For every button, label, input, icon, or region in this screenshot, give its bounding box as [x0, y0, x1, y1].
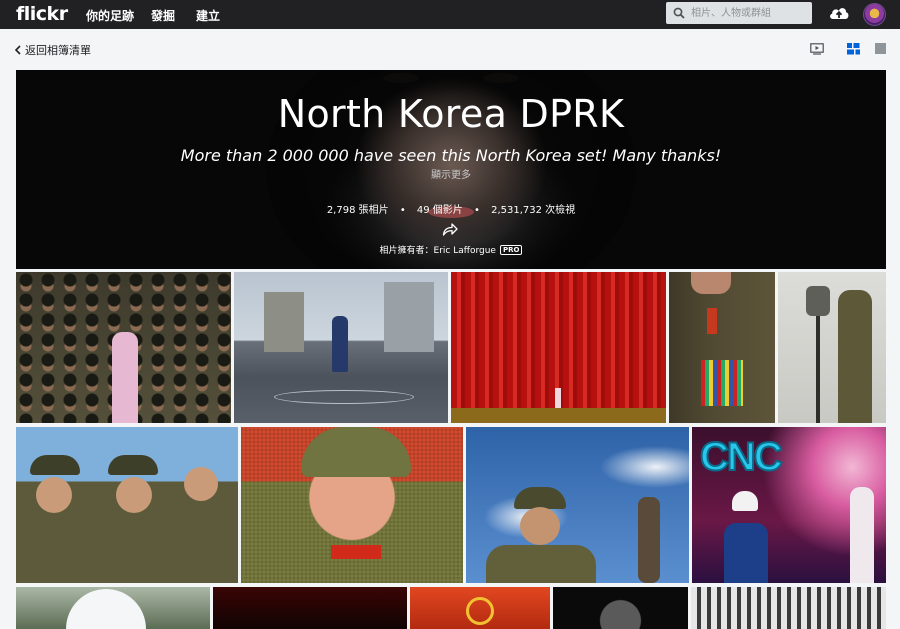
photo-detail — [555, 388, 561, 408]
photo-thumbnail[interactable] — [691, 587, 886, 629]
photo-detail — [806, 286, 830, 316]
photo-detail — [724, 523, 768, 583]
photo-detail: CNC — [699, 434, 784, 480]
owner-name: 相片擁有者：Eric Lafforgue — [379, 246, 496, 256]
photo-detail — [451, 408, 666, 423]
photo-detail — [514, 487, 566, 509]
search-box[interactable] — [666, 2, 812, 24]
photo-thumbnail[interactable] — [778, 272, 886, 423]
photo-detail — [30, 455, 80, 475]
flickr-logo[interactable]: flickr — [16, 3, 68, 25]
nav-link-you[interactable]: 你的足跡 — [86, 7, 134, 24]
separator-dot: • — [474, 205, 480, 216]
photo-thumbnail[interactable] — [241, 427, 463, 583]
photo-detail — [66, 589, 146, 629]
photo-thumbnail[interactable] — [466, 427, 689, 583]
nav-link-explore[interactable]: 發掘 — [151, 7, 175, 24]
photo-thumbnail[interactable] — [669, 272, 775, 423]
photo-thumbnail[interactable] — [16, 272, 231, 423]
photo-detail — [331, 545, 381, 559]
hero-image-detail — [483, 73, 519, 83]
photo-thumbnail[interactable] — [553, 587, 688, 629]
photo-detail — [638, 497, 660, 583]
photo-thumbnail[interactable] — [451, 272, 666, 423]
album-owner[interactable]: 相片擁有者：Eric Lafforgue PRO — [16, 243, 886, 256]
photo-detail — [108, 455, 158, 475]
photo-detail — [707, 308, 717, 334]
photo-thumbnail[interactable] — [410, 587, 550, 629]
photo-detail — [384, 282, 434, 352]
photo-count: 2,798 張相片 — [326, 205, 389, 216]
photo-thumbnail[interactable] — [16, 587, 210, 629]
photo-thumbnail[interactable] — [234, 272, 448, 423]
separator-dot: • — [399, 205, 406, 216]
cloud-upload-icon[interactable] — [828, 4, 850, 22]
video-count: 49 個影片 — [416, 205, 463, 216]
photo-detail — [301, 427, 411, 477]
photo-detail — [332, 316, 348, 372]
share-icon[interactable] — [442, 222, 458, 236]
photo-detail — [520, 507, 560, 545]
back-label: 返回相簿清單 — [25, 44, 91, 57]
user-avatar[interactable] — [863, 3, 886, 26]
album-hero: North Korea DPRK More than 2 000 000 hav… — [16, 70, 886, 269]
hero-image-detail — [383, 73, 419, 83]
photo-detail — [691, 272, 731, 294]
photo-detail — [850, 487, 874, 583]
single-view-icon[interactable] — [875, 43, 886, 54]
photo-detail — [36, 477, 72, 513]
photo-detail — [112, 332, 138, 423]
photo-detail — [838, 290, 872, 423]
photo-detail — [816, 316, 820, 423]
photo-detail — [701, 360, 743, 406]
photo-detail — [116, 477, 152, 513]
album-stats: 2,798 張相片 • 49 個影片 • 2,531,732 次檢視 — [16, 201, 886, 216]
search-input[interactable] — [691, 5, 807, 21]
photo-thumbnail[interactable]: CNC — [692, 427, 886, 583]
photo-detail — [486, 545, 596, 583]
photo-detail — [274, 390, 414, 404]
photo-thumbnail[interactable] — [213, 587, 407, 629]
search-icon — [673, 7, 685, 19]
photo-thumbnail[interactable] — [16, 427, 238, 583]
grid-view-icon[interactable] — [847, 43, 860, 55]
back-to-albums-link[interactable]: 返回相簿清單 — [14, 42, 91, 58]
top-nav: flickr 你的足跡 發掘 建立 — [0, 0, 900, 29]
pro-badge: PRO — [499, 245, 523, 255]
photo-detail — [264, 292, 304, 352]
photo-detail — [466, 597, 494, 625]
photo-detail — [184, 467, 218, 501]
view-count: 2,531,732 次檢視 — [491, 205, 576, 216]
photo-detail — [732, 491, 758, 511]
nav-link-create[interactable]: 建立 — [196, 7, 220, 24]
chevron-left-icon — [14, 45, 21, 55]
slideshow-icon[interactable] — [810, 43, 824, 55]
album-title: North Korea DPRK — [277, 92, 625, 136]
album-description: More than 2 000 000 have seen this North… — [180, 146, 722, 165]
show-more-link[interactable]: 顯示更多 — [16, 166, 886, 181]
